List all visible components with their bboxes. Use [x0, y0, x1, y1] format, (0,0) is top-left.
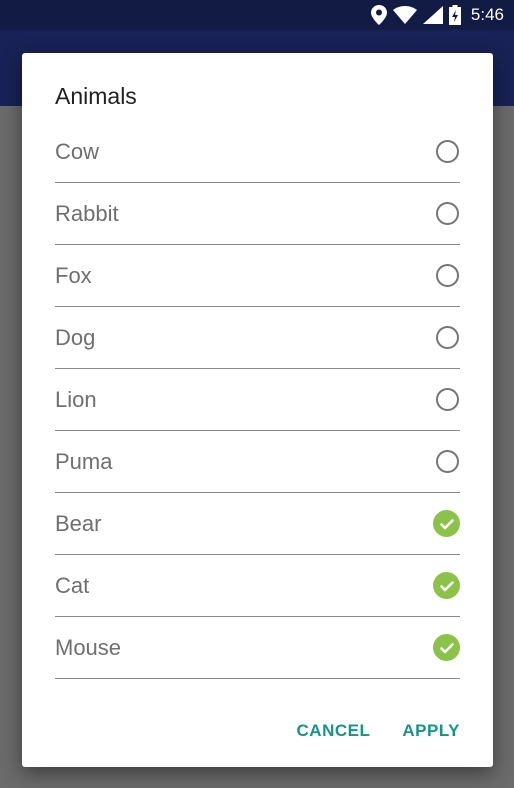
signal-icon — [422, 6, 443, 24]
option-rabbit[interactable]: Rabbit — [55, 183, 460, 245]
radio-unchecked-icon[interactable] — [436, 388, 459, 411]
option-label: Cow — [55, 138, 100, 164]
option-label: Rabbit — [55, 200, 119, 226]
radio-unchecked-icon[interactable] — [436, 140, 459, 163]
option-dog[interactable]: Dog — [55, 307, 460, 369]
dialog-title: Animals — [55, 83, 137, 109]
radio-unchecked-icon[interactable] — [436, 264, 459, 287]
apply-button[interactable]: APPLY — [402, 721, 460, 741]
option-bear[interactable]: Bear — [55, 493, 460, 555]
radio-unchecked-icon[interactable] — [436, 326, 459, 349]
option-list: Cow Rabbit Fox Dog Lion Puma Bear Cat Mouse — [55, 121, 460, 679]
wifi-icon — [392, 6, 417, 24]
option-lion[interactable]: Lion — [55, 369, 460, 431]
radio-unchecked-icon[interactable] — [436, 202, 459, 225]
dialog-actions: CANCEL APPLY — [297, 721, 460, 741]
option-label: Mouse — [55, 634, 122, 660]
radio-unchecked-icon[interactable] — [436, 450, 459, 473]
checkmark-icon[interactable] — [433, 510, 460, 537]
option-puma[interactable]: Puma — [55, 431, 460, 493]
option-label: Dog — [55, 324, 96, 350]
location-icon — [370, 5, 387, 25]
option-label: Lion — [55, 386, 97, 412]
battery-icon — [448, 5, 461, 25]
checkmark-icon[interactable] — [433, 572, 460, 599]
option-label: Cat — [55, 572, 90, 598]
status-bar: 5:46 — [0, 0, 514, 30]
option-label: Puma — [55, 448, 113, 474]
option-cat[interactable]: Cat — [55, 555, 460, 617]
option-fox[interactable]: Fox — [55, 245, 460, 307]
status-icons: 5:46 — [370, 0, 504, 30]
option-cow[interactable]: Cow — [55, 121, 460, 183]
cancel-button[interactable]: CANCEL — [297, 721, 371, 741]
animals-dialog: Animals Cow Rabbit Fox Dog Lion Puma Bear Cat Mo… — [22, 53, 493, 767]
status-time: 5:46 — [470, 5, 504, 24]
checkmark-icon[interactable] — [433, 634, 460, 661]
option-label: Bear — [55, 510, 102, 536]
option-mouse[interactable]: Mouse — [55, 617, 460, 679]
option-label: Fox — [55, 262, 92, 288]
